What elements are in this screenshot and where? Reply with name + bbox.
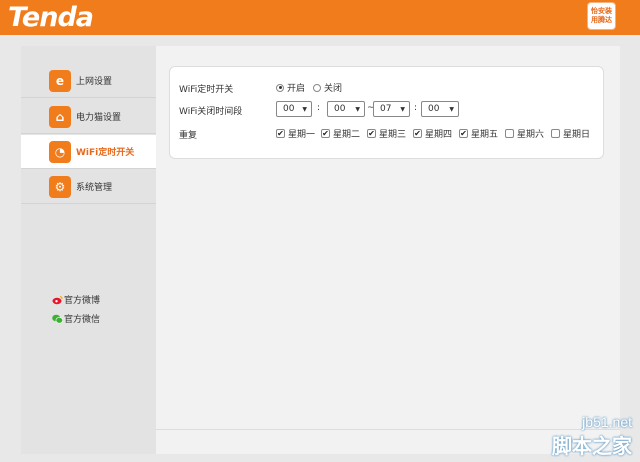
day-label: 星期六 [517, 130, 545, 140]
day-checkbox-sun[interactable]: 星期日 [551, 127, 590, 140]
sidebar-item-internet[interactable]: e 上网设置 [21, 64, 156, 98]
sidebar-item-label: 上网设置 [76, 77, 113, 87]
end-hour-value: 07 [380, 104, 392, 114]
day-checkbox-mon[interactable]: ✔ 星期一 [276, 127, 315, 140]
wifi-schedule-panel: WiFi定时开关 开启 关闭 WiFi关闭时间段 00 ▼ : 00 ▼ ~ 0… [169, 66, 604, 159]
end-minute-select[interactable]: 00 ▼ [421, 101, 459, 117]
clock-icon: ◔ [49, 140, 71, 163]
start-hour-value: 00 [283, 104, 295, 114]
start-hour-select[interactable]: 00 ▼ [276, 101, 312, 117]
badge-line1: 怡安装 [591, 7, 612, 15]
time-colon: : [414, 103, 418, 113]
chevron-down-icon: ▼ [355, 106, 360, 113]
tenda-logo: Tenda [8, 2, 94, 33]
wifi-period-label: WiFi关闭时间段 [179, 107, 243, 117]
checkbox-box [505, 129, 514, 138]
sidebar-item-label: WiFi定时开关 [76, 148, 135, 158]
watermark-domain: jb51.net [582, 414, 632, 430]
checkbox-box: ✔ [459, 129, 468, 138]
checkbox-box: ✔ [276, 129, 285, 138]
chevron-down-icon: ▼ [302, 106, 307, 113]
gear-icon: ⚙ [49, 175, 71, 198]
wechat-link[interactable]: 官方微信 [52, 312, 100, 325]
sidebar-item-label: 电力猫设置 [76, 113, 122, 123]
day-label: 星期四 [425, 130, 453, 140]
repeat-label: 重复 [179, 131, 198, 141]
sidebar-item-system[interactable]: ⚙ 系统管理 [21, 170, 156, 204]
badge-line2: 用腾达 [591, 16, 612, 24]
top-header: Tenda 怡安装 用腾达 [0, 0, 640, 35]
day-label: 星期二 [333, 130, 361, 140]
radio-on[interactable]: 开启 [276, 81, 305, 94]
main-content: WiFi定时开关 开启 关闭 WiFi关闭时间段 00 ▼ : 00 ▼ ~ 0… [156, 46, 620, 454]
ie-icon: e [49, 69, 71, 92]
wechat-icon [52, 314, 63, 323]
sidebar: e 上网设置 ⌂ 电力猫设置 ◔ WiFi定时开关 ⚙ 系统管理 官方微博 官方… [21, 46, 156, 454]
wifi-switch-label: WiFi定时开关 [179, 85, 234, 95]
day-label: 星期三 [379, 130, 407, 140]
end-minute-value: 00 [428, 104, 440, 114]
start-minute-value: 00 [334, 104, 346, 114]
sidebar-item-label: 系统管理 [76, 183, 113, 193]
sidebar-item-wifi-schedule[interactable]: ◔ WiFi定时开关 [21, 135, 156, 169]
weibo-link[interactable]: 官方微博 [52, 293, 100, 306]
day-label: 星期一 [288, 130, 316, 140]
wechat-label: 官方微信 [64, 315, 101, 325]
sidebar-item-powerline[interactable]: ⌂ 电力猫设置 [21, 100, 156, 134]
watermark-text: 脚本之家 [552, 436, 632, 458]
day-checkbox-wed[interactable]: ✔ 星期三 [367, 127, 406, 140]
day-checkbox-sat[interactable]: 星期六 [505, 127, 544, 140]
day-checkbox-fri[interactable]: ✔ 星期五 [459, 127, 498, 140]
day-checkbox-thu[interactable]: ✔ 星期四 [413, 127, 452, 140]
weibo-label: 官方微博 [64, 296, 101, 306]
checkbox-box: ✔ [321, 129, 330, 138]
day-label: 星期五 [471, 130, 499, 140]
radio-off[interactable]: 关闭 [313, 81, 342, 94]
footer-bar [156, 429, 620, 454]
start-minute-select[interactable]: 00 ▼ [327, 101, 365, 117]
radio-on-label: 开启 [287, 84, 306, 94]
time-colon: : [317, 103, 321, 113]
day-checkbox-tue[interactable]: ✔ 星期二 [321, 127, 360, 140]
radio-off-dot [313, 83, 321, 92]
checkbox-box [551, 129, 560, 138]
day-label: 星期日 [563, 130, 591, 140]
home-icon: ⌂ [49, 105, 71, 128]
brand-badge: 怡安装 用腾达 [587, 2, 616, 30]
weibo-icon [52, 295, 63, 304]
checkbox-box: ✔ [367, 129, 376, 138]
checkbox-box: ✔ [413, 129, 422, 138]
chevron-down-icon: ▼ [400, 106, 405, 113]
radio-off-label: 关闭 [324, 84, 343, 94]
radio-on-dot [276, 83, 284, 92]
end-hour-select[interactable]: 07 ▼ [373, 101, 410, 117]
chevron-down-icon: ▼ [449, 106, 454, 113]
